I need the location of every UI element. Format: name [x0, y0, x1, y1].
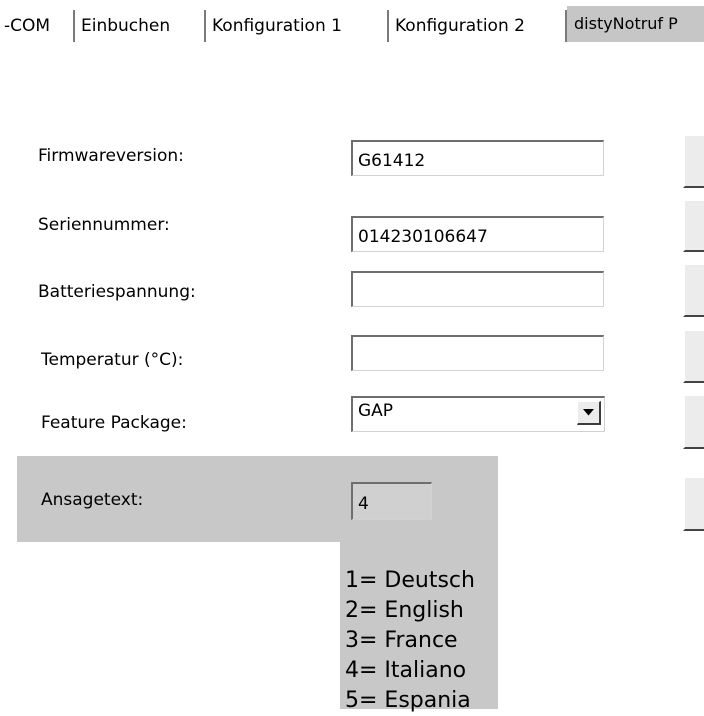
feature-package-label: Feature Package: [41, 413, 187, 433]
tab-strip: -COM Einbuchen Konfiguration 1 Konfigura… [0, 6, 704, 42]
firmware-field[interactable] [351, 140, 604, 176]
tab-distynotruf[interactable]: distyNotruf P [567, 6, 704, 42]
serial-field[interactable] [351, 216, 604, 252]
language-item: 2= English [345, 598, 464, 623]
action-button-3[interactable] [683, 264, 704, 317]
action-button-2[interactable] [683, 200, 704, 252]
announcement-field[interactable] [351, 482, 432, 520]
tab-label: Konfiguration 1 [212, 16, 342, 36]
announcement-label: Ansagetext: [41, 490, 144, 510]
feature-package-select[interactable]: GAP [351, 396, 605, 432]
battery-label: Batteriespannung: [38, 282, 196, 302]
action-button-6[interactable] [683, 477, 704, 531]
tab-label: Einbuchen [81, 16, 171, 36]
temperature-label: Temperatur (°C): [41, 350, 184, 370]
language-item: 4= Italiano [345, 658, 467, 683]
language-item: 5= Espania [345, 688, 471, 713]
battery-field[interactable] [351, 271, 604, 307]
serial-label: Seriennummer: [38, 215, 170, 235]
tab-label: -COM [4, 16, 51, 36]
tab-label: Konfiguration 2 [395, 16, 525, 36]
language-legend: 1= Deutsch 2= English 3= France 4= Itali… [345, 566, 475, 716]
tab-einbuchen[interactable]: Einbuchen [75, 10, 206, 42]
feature-package-value: GAP [358, 401, 394, 421]
tab-konfiguration-2[interactable]: Konfiguration 2 [389, 10, 567, 42]
language-item: 1= Deutsch [345, 568, 475, 593]
action-button-1[interactable] [683, 135, 704, 188]
temperature-field[interactable] [351, 335, 604, 371]
tab-konfiguration-1[interactable]: Konfiguration 1 [206, 10, 389, 42]
language-item: 3= France [345, 628, 458, 653]
action-button-4[interactable] [683, 330, 704, 383]
action-button-5[interactable] [683, 395, 704, 449]
tab-com[interactable]: -COM [0, 10, 75, 42]
chevron-down-icon[interactable] [577, 401, 601, 425]
firmware-label: Firmwareversion: [38, 146, 184, 166]
tab-label: distyNotruf P [574, 14, 678, 33]
